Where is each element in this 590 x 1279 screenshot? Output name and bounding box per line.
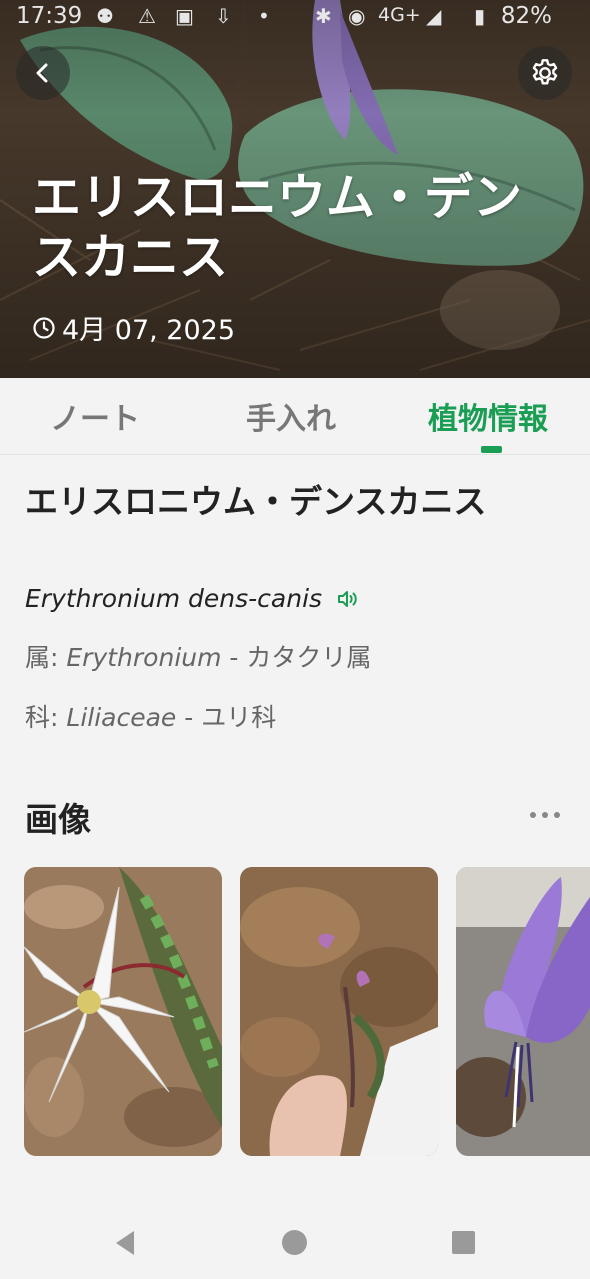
warning-icon: ⚠ xyxy=(138,4,156,28)
tab-bar: ノート 手入れ 植物情報 xyxy=(0,378,590,455)
back-button[interactable] xyxy=(16,46,70,100)
signal-icon: ◢ xyxy=(426,4,442,28)
speaker-icon[interactable] xyxy=(336,587,360,611)
settings-button[interactable] xyxy=(518,46,572,100)
download-icon: ⇩ xyxy=(215,4,232,28)
family-scientific: Liliaceae xyxy=(66,703,177,732)
family-label: 科 xyxy=(25,703,51,732)
network-type: 4G+ xyxy=(378,4,421,26)
more-horizontal-icon[interactable] xyxy=(530,812,560,818)
dot-icon: • xyxy=(258,4,270,28)
plant-name: エリスロニウム・デンスカニス xyxy=(25,482,487,521)
notification-icon: ▣ xyxy=(175,4,194,28)
images-section-title: 画像 xyxy=(25,800,91,839)
status-bar: 17:39 ⚉ ⚠ ▣ ⇩ • ✱ ◉ 4G+ ◢ ▮ 82% xyxy=(0,0,590,36)
tab-notes[interactable]: ノート xyxy=(50,394,140,438)
image-thumbnail-white-flower[interactable] xyxy=(24,867,222,1156)
battery-icon: ▮ xyxy=(474,4,486,28)
nav-recents-icon[interactable] xyxy=(452,1231,475,1254)
genus-label: 属 xyxy=(25,643,51,672)
gear-icon xyxy=(532,59,558,85)
tab-active-indicator xyxy=(481,446,502,453)
hero-date: 4月 07, 2025 xyxy=(32,308,235,347)
family-row: 科: Liliaceae - ユリ科 xyxy=(25,703,277,732)
hero-title: エリスロニウム・デンスカニス xyxy=(32,169,523,286)
genus-common: カタクリ属 xyxy=(246,643,372,672)
family-common: ユリ科 xyxy=(201,703,277,732)
nav-home-icon[interactable] xyxy=(281,1229,308,1256)
image-thumbnail-hand-flower[interactable] xyxy=(240,867,438,1156)
image-hand-holding-erythronium xyxy=(240,867,438,1156)
battery-level: 82% xyxy=(500,3,552,29)
nav-back-icon[interactable] xyxy=(112,1229,138,1257)
clock-icon xyxy=(33,316,55,339)
system-nav-bar xyxy=(0,1188,590,1279)
genus-scientific: Erythronium xyxy=(66,643,222,672)
tab-plant-info[interactable]: 植物情報 xyxy=(428,394,548,438)
location-icon: ◉ xyxy=(348,4,366,28)
bluetooth-icon: ✱ xyxy=(315,4,332,28)
chevron-left-icon xyxy=(36,63,48,83)
image-purple-erythronium xyxy=(456,867,590,1156)
scientific-name: Erythronium dens-canis xyxy=(25,584,323,613)
status-time: 17:39 xyxy=(16,3,83,29)
hero-date-text: 4月 07, 2025 xyxy=(62,315,235,346)
image-white-erythronium xyxy=(24,867,222,1156)
activity-icon: ⚉ xyxy=(96,4,114,28)
image-thumbnail-purple-flower[interactable] xyxy=(456,867,590,1156)
hero-header: 17:39 ⚉ ⚠ ▣ ⇩ • ✱ ◉ 4G+ ◢ ▮ 82% エリスロニウム・… xyxy=(0,0,590,378)
scientific-name-row: Erythronium dens-canis xyxy=(25,584,360,613)
tab-care[interactable]: 手入れ xyxy=(246,394,336,438)
genus-row: 属: Erythronium - カタクリ属 xyxy=(25,643,372,672)
